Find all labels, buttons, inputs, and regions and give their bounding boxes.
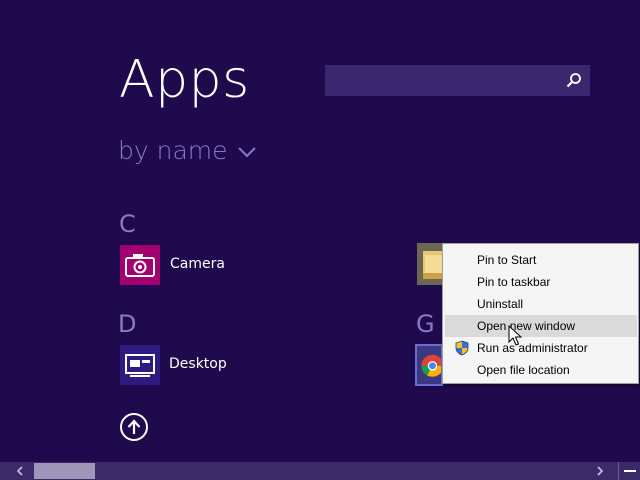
search-input[interactable]: [325, 65, 555, 96]
mouse-cursor-icon: [508, 325, 522, 346]
menu-item-pin-to-taskbar[interactable]: Pin to taskbar: [445, 271, 637, 293]
menu-item-pin-to-start[interactable]: Pin to Start: [445, 249, 637, 271]
search-button[interactable]: [564, 71, 584, 91]
search-icon: [566, 73, 581, 88]
scroll-up-button[interactable]: [120, 413, 148, 441]
file-explorer-icon: [423, 251, 443, 279]
scroll-right-button[interactable]: [592, 462, 608, 480]
menu-item-uninstall[interactable]: Uninstall: [445, 293, 637, 315]
desktop-icon: [125, 354, 155, 377]
group-header-c[interactable]: C: [119, 210, 136, 238]
menu-item-label: Open file location: [477, 363, 570, 377]
menu-item-label: Pin to taskbar: [477, 275, 551, 289]
camera-tile[interactable]: [120, 245, 160, 285]
page-title: Apps: [119, 50, 250, 110]
scroll-right-icon: [597, 466, 604, 476]
menu-item-label: Run as administrator: [477, 341, 588, 355]
scroll-left-button[interactable]: [12, 462, 28, 480]
search-box[interactable]: [325, 65, 590, 96]
desktop-label[interactable]: Desktop: [169, 356, 227, 372]
uac-shield-icon: [455, 340, 469, 356]
group-header-d[interactable]: D: [118, 310, 136, 338]
semantic-zoom-icon: [623, 470, 636, 472]
group-header-g[interactable]: G: [416, 310, 435, 338]
file-explorer-tile[interactable]: [417, 243, 443, 285]
scroll-thumb[interactable]: [34, 463, 95, 479]
menu-item-open-file-location[interactable]: Open file location: [445, 359, 637, 381]
desktop-tile[interactable]: [120, 345, 160, 385]
chrome-icon: [421, 354, 441, 377]
arrow-up-icon: [127, 419, 141, 434]
chevron-down-icon: [237, 147, 256, 158]
context-menu: Pin to Start Pin to taskbar Uninstall Op…: [442, 243, 639, 384]
camera-label[interactable]: Camera: [170, 256, 225, 272]
horizontal-scrollbar[interactable]: [0, 462, 640, 480]
menu-item-run-as-administrator[interactable]: Run as administrator: [445, 337, 637, 359]
menu-item-label: Pin to Start: [477, 253, 537, 267]
sort-dropdown[interactable]: by name: [118, 136, 256, 165]
semantic-zoom-button[interactable]: [618, 462, 640, 480]
menu-item-open-new-window[interactable]: Open new window: [445, 315, 637, 337]
camera-icon: [125, 254, 155, 277]
menu-item-label: Uninstall: [477, 297, 524, 311]
chrome-tile[interactable]: [415, 344, 443, 386]
sort-label: by name: [118, 136, 228, 165]
menu-item-label: Open new window: [477, 319, 576, 333]
scroll-left-icon: [16, 466, 23, 476]
